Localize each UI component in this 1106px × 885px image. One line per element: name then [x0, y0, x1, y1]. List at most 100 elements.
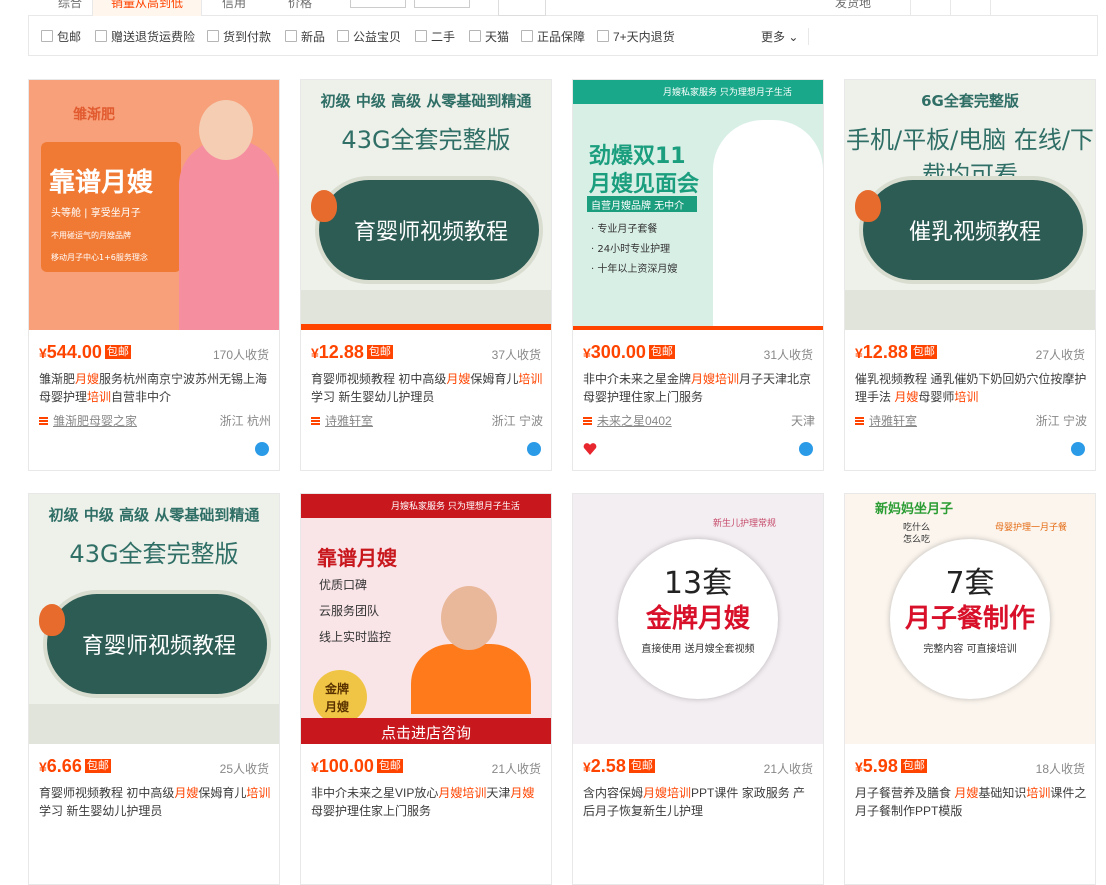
- filter-charity[interactable]: 公益宝贝: [337, 28, 401, 44]
- shop-name-link[interactable]: 雏渐肥母婴之家: [53, 414, 137, 428]
- more-filters-button[interactable]: 更多 ⌄: [761, 28, 810, 45]
- product-image[interactable]: 6G全套完整版 手机/平板/电脑 在线/下载均可看 催乳视频教程: [845, 80, 1095, 330]
- list-view-icon[interactable]: [950, 0, 990, 16]
- sort-tab-credit[interactable]: 信用: [214, 0, 254, 16]
- filter-cod[interactable]: 货到付款: [207, 28, 271, 44]
- image-text: 不用碰运气的月嫂品牌: [51, 231, 131, 240]
- page-stepper[interactable]: [498, 0, 546, 16]
- title-text: 保姆育儿: [198, 786, 247, 800]
- product-image[interactable]: 初级 中级 高级 从零基础到精通 43G全套完整版 育婴师视频教程: [29, 494, 279, 744]
- checkbox[interactable]: [521, 30, 533, 42]
- checkbox[interactable]: [337, 30, 349, 42]
- price-min-input[interactable]: [350, 0, 406, 8]
- currency-symbol: ¥: [39, 345, 47, 361]
- price-row: ¥300.00 包邮 31人收货: [583, 342, 813, 362]
- filter-tmall[interactable]: 天猫: [469, 28, 509, 44]
- product-title-link[interactable]: 育婴师视频教程 初中高级月嫂保姆育儿培训学习 新生婴幼儿护理员: [39, 784, 271, 820]
- shop-icon: [583, 415, 593, 425]
- service-badge-icon[interactable]: [799, 442, 813, 456]
- product-card[interactable]: 月嫂私家服务 只为理想月子生活 劲爆双11 月嫂见面会 自营月嫂品牌 无中介 · 专业月…: [572, 79, 824, 471]
- title-text: 保姆育儿: [470, 372, 519, 386]
- shop-row: 未来之星0402 天津: [583, 412, 815, 430]
- price-max-input[interactable]: [414, 0, 470, 8]
- ship-from-label[interactable]: 发货地: [828, 0, 878, 16]
- chevron-down-icon: ⌄: [785, 30, 799, 44]
- product-card[interactable]: 6G全套完整版 手机/平板/电脑 在线/下载均可看 催乳视频教程 ¥12.88 包邮 27…: [844, 79, 1096, 471]
- product-title-link[interactable]: 育婴师视频教程 初中高级月嫂保姆育儿培训学习 新生婴幼儿护理员: [311, 370, 543, 406]
- checkbox[interactable]: [41, 30, 53, 42]
- product-title-link[interactable]: 催乳视频教程 通乳催奶下奶回奶穴位按摩护理手法 月嫂母婴师培训: [855, 370, 1087, 406]
- location-dropdown[interactable]: [990, 0, 1098, 16]
- title-text: 基础知识: [978, 786, 1027, 800]
- product-card[interactable]: 初级 中级 高级 从零基础到精通 43G全套完整版 育婴师视频教程 ¥12.88 包邮 3…: [300, 79, 552, 471]
- product-title-link[interactable]: 非中介未来之星金牌月嫂培训月子天津北京母婴护理住家上门服务: [583, 370, 815, 406]
- sales-count: 25人收货: [219, 762, 269, 776]
- shop-name-link[interactable]: 诗雅轩室: [869, 414, 917, 428]
- heart-icon[interactable]: [583, 442, 597, 456]
- shop-name-link[interactable]: 未来之星0402: [597, 414, 672, 428]
- product-card[interactable]: 新生儿护理常规 13套 金牌月嫂 直接使用 送月嫂全套视频 ¥2.58 包邮 21人收货 含内…: [572, 493, 824, 885]
- orange-strip: [301, 324, 551, 330]
- sort-tab-sales[interactable]: 销量从高到低: [92, 0, 202, 16]
- filter-return-insurance[interactable]: 赠送退货运费险: [95, 28, 195, 44]
- service-badge-icon[interactable]: [255, 442, 269, 456]
- shop-name-link[interactable]: 诗雅轩室: [325, 414, 373, 428]
- filter-label: 包邮: [57, 29, 82, 44]
- image-text: 育婴师视频教程: [353, 220, 508, 245]
- currency-symbol: ¥: [855, 345, 863, 361]
- product-price: 2.58: [590, 756, 626, 776]
- title-text: 雏渐肥: [39, 372, 76, 386]
- product-title-link[interactable]: 雏渐肥月嫂服务杭州南京宁波苏州无锡上海母婴护理培训自营非中介: [39, 370, 271, 406]
- grid-view-icon[interactable]: [910, 0, 950, 16]
- title-text: 自营非中介: [111, 390, 172, 404]
- checkbox[interactable]: [469, 30, 481, 42]
- ship-location: 浙江 宁波: [491, 414, 543, 428]
- product-title-link[interactable]: 非中介未来之星VIP放心月嫂培训天津月嫂母婴护理住家上门服务: [311, 784, 543, 820]
- product-title-link[interactable]: 月子餐营养及膳食 月嫂基础知识培训课件之月子餐制作PPT模版: [855, 784, 1087, 820]
- product-card[interactable]: 新妈妈坐月子 吃什么 怎么吃 母婴护理一月子餐 7套 月子餐制作 完整内容 可直接培训 ¥5.…: [844, 493, 1096, 885]
- checkbox[interactable]: [597, 30, 609, 42]
- product-image[interactable]: 初级 中级 高级 从零基础到精通 43G全套完整版 育婴师视频教程: [301, 80, 551, 330]
- image-text: 月嫂私家服务 只为理想月子生活: [391, 502, 520, 512]
- image-text: 靠谱月嫂: [317, 546, 397, 570]
- checkbox[interactable]: [285, 30, 297, 42]
- service-badge-icon[interactable]: [1071, 442, 1085, 456]
- product-image[interactable]: 新妈妈坐月子 吃什么 怎么吃 母婴护理一月子餐 7套 月子餐制作 完整内容 可直接培训: [845, 494, 1095, 744]
- filter-new[interactable]: 新品: [285, 28, 325, 44]
- checkbox[interactable]: [95, 30, 107, 42]
- filter-7day-return[interactable]: 7+天内退货: [597, 28, 675, 44]
- service-badge-icon[interactable]: [527, 442, 541, 456]
- filter-label: 7+天内退货: [613, 29, 675, 44]
- free-shipping-badge: 包邮: [104, 345, 131, 359]
- image-text: 催乳视频教程: [908, 220, 1041, 245]
- checkbox[interactable]: [207, 30, 219, 42]
- image-text: 完整内容 可直接培训: [923, 644, 1017, 655]
- title-keyword: 培训: [246, 786, 271, 800]
- filter-secondhand[interactable]: 二手: [415, 28, 455, 44]
- currency-symbol: ¥: [311, 345, 319, 361]
- sort-tab-default[interactable]: 综合: [48, 0, 92, 16]
- sort-tab-price[interactable]: 价格: [280, 0, 320, 16]
- product-title-link[interactable]: 含内容保姆月嫂培训PPT课件 家政服务 产后月子恢复新生儿护理: [583, 784, 815, 820]
- product-image[interactable]: 雏渐肥 靠谱月嫂 头等舱 | 享受坐月子 不用碰运气的月嫂品牌 移动月子中心1+6服务理…: [29, 80, 279, 330]
- image-text: 43G全套完整版: [69, 540, 239, 568]
- filter-free-shipping[interactable]: 包邮: [41, 28, 81, 44]
- filter-genuine[interactable]: 正品保障: [521, 28, 585, 44]
- title-text: 育婴师视频教程 初中高级: [311, 372, 447, 386]
- free-shipping-badge: 包邮: [84, 759, 111, 773]
- free-shipping-badge: 包邮: [366, 345, 393, 359]
- checkbox[interactable]: [415, 30, 427, 42]
- title-text: 月子餐营养及膳食: [855, 786, 955, 800]
- product-image[interactable]: 新生儿护理常规 13套 金牌月嫂 直接使用 送月嫂全套视频: [573, 494, 823, 744]
- person-head: [199, 100, 253, 160]
- product-card[interactable]: 雏渐肥 靠谱月嫂 头等舱 | 享受坐月子 不用碰运气的月嫂品牌 移动月子中心1+6服务理…: [28, 79, 280, 471]
- title-keyword: 月嫂: [894, 390, 919, 404]
- product-image[interactable]: 月嫂私家服务 只为理想月子生活 靠谱月嫂 优质口碑 云服务团队 线上实时监控 金牌 月嫂 点击…: [301, 494, 551, 744]
- shop-row: 诗雅轩室 浙江 宁波: [311, 412, 543, 430]
- filter-label: 正品保障: [537, 29, 586, 44]
- product-image[interactable]: 月嫂私家服务 只为理想月子生活 劲爆双11 月嫂见面会 自营月嫂品牌 无中介 · 专业月…: [573, 80, 823, 330]
- nurse-figure: [713, 120, 823, 330]
- product-card[interactable]: 初级 中级 高级 从零基础到精通 43G全套完整版 育婴师视频教程 ¥6.66 包邮 25…: [28, 493, 280, 885]
- product-card[interactable]: 月嫂私家服务 只为理想月子生活 靠谱月嫂 优质口碑 云服务团队 线上实时监控 金牌 月嫂 点击…: [300, 493, 552, 885]
- sales-count: 21人收货: [763, 762, 813, 776]
